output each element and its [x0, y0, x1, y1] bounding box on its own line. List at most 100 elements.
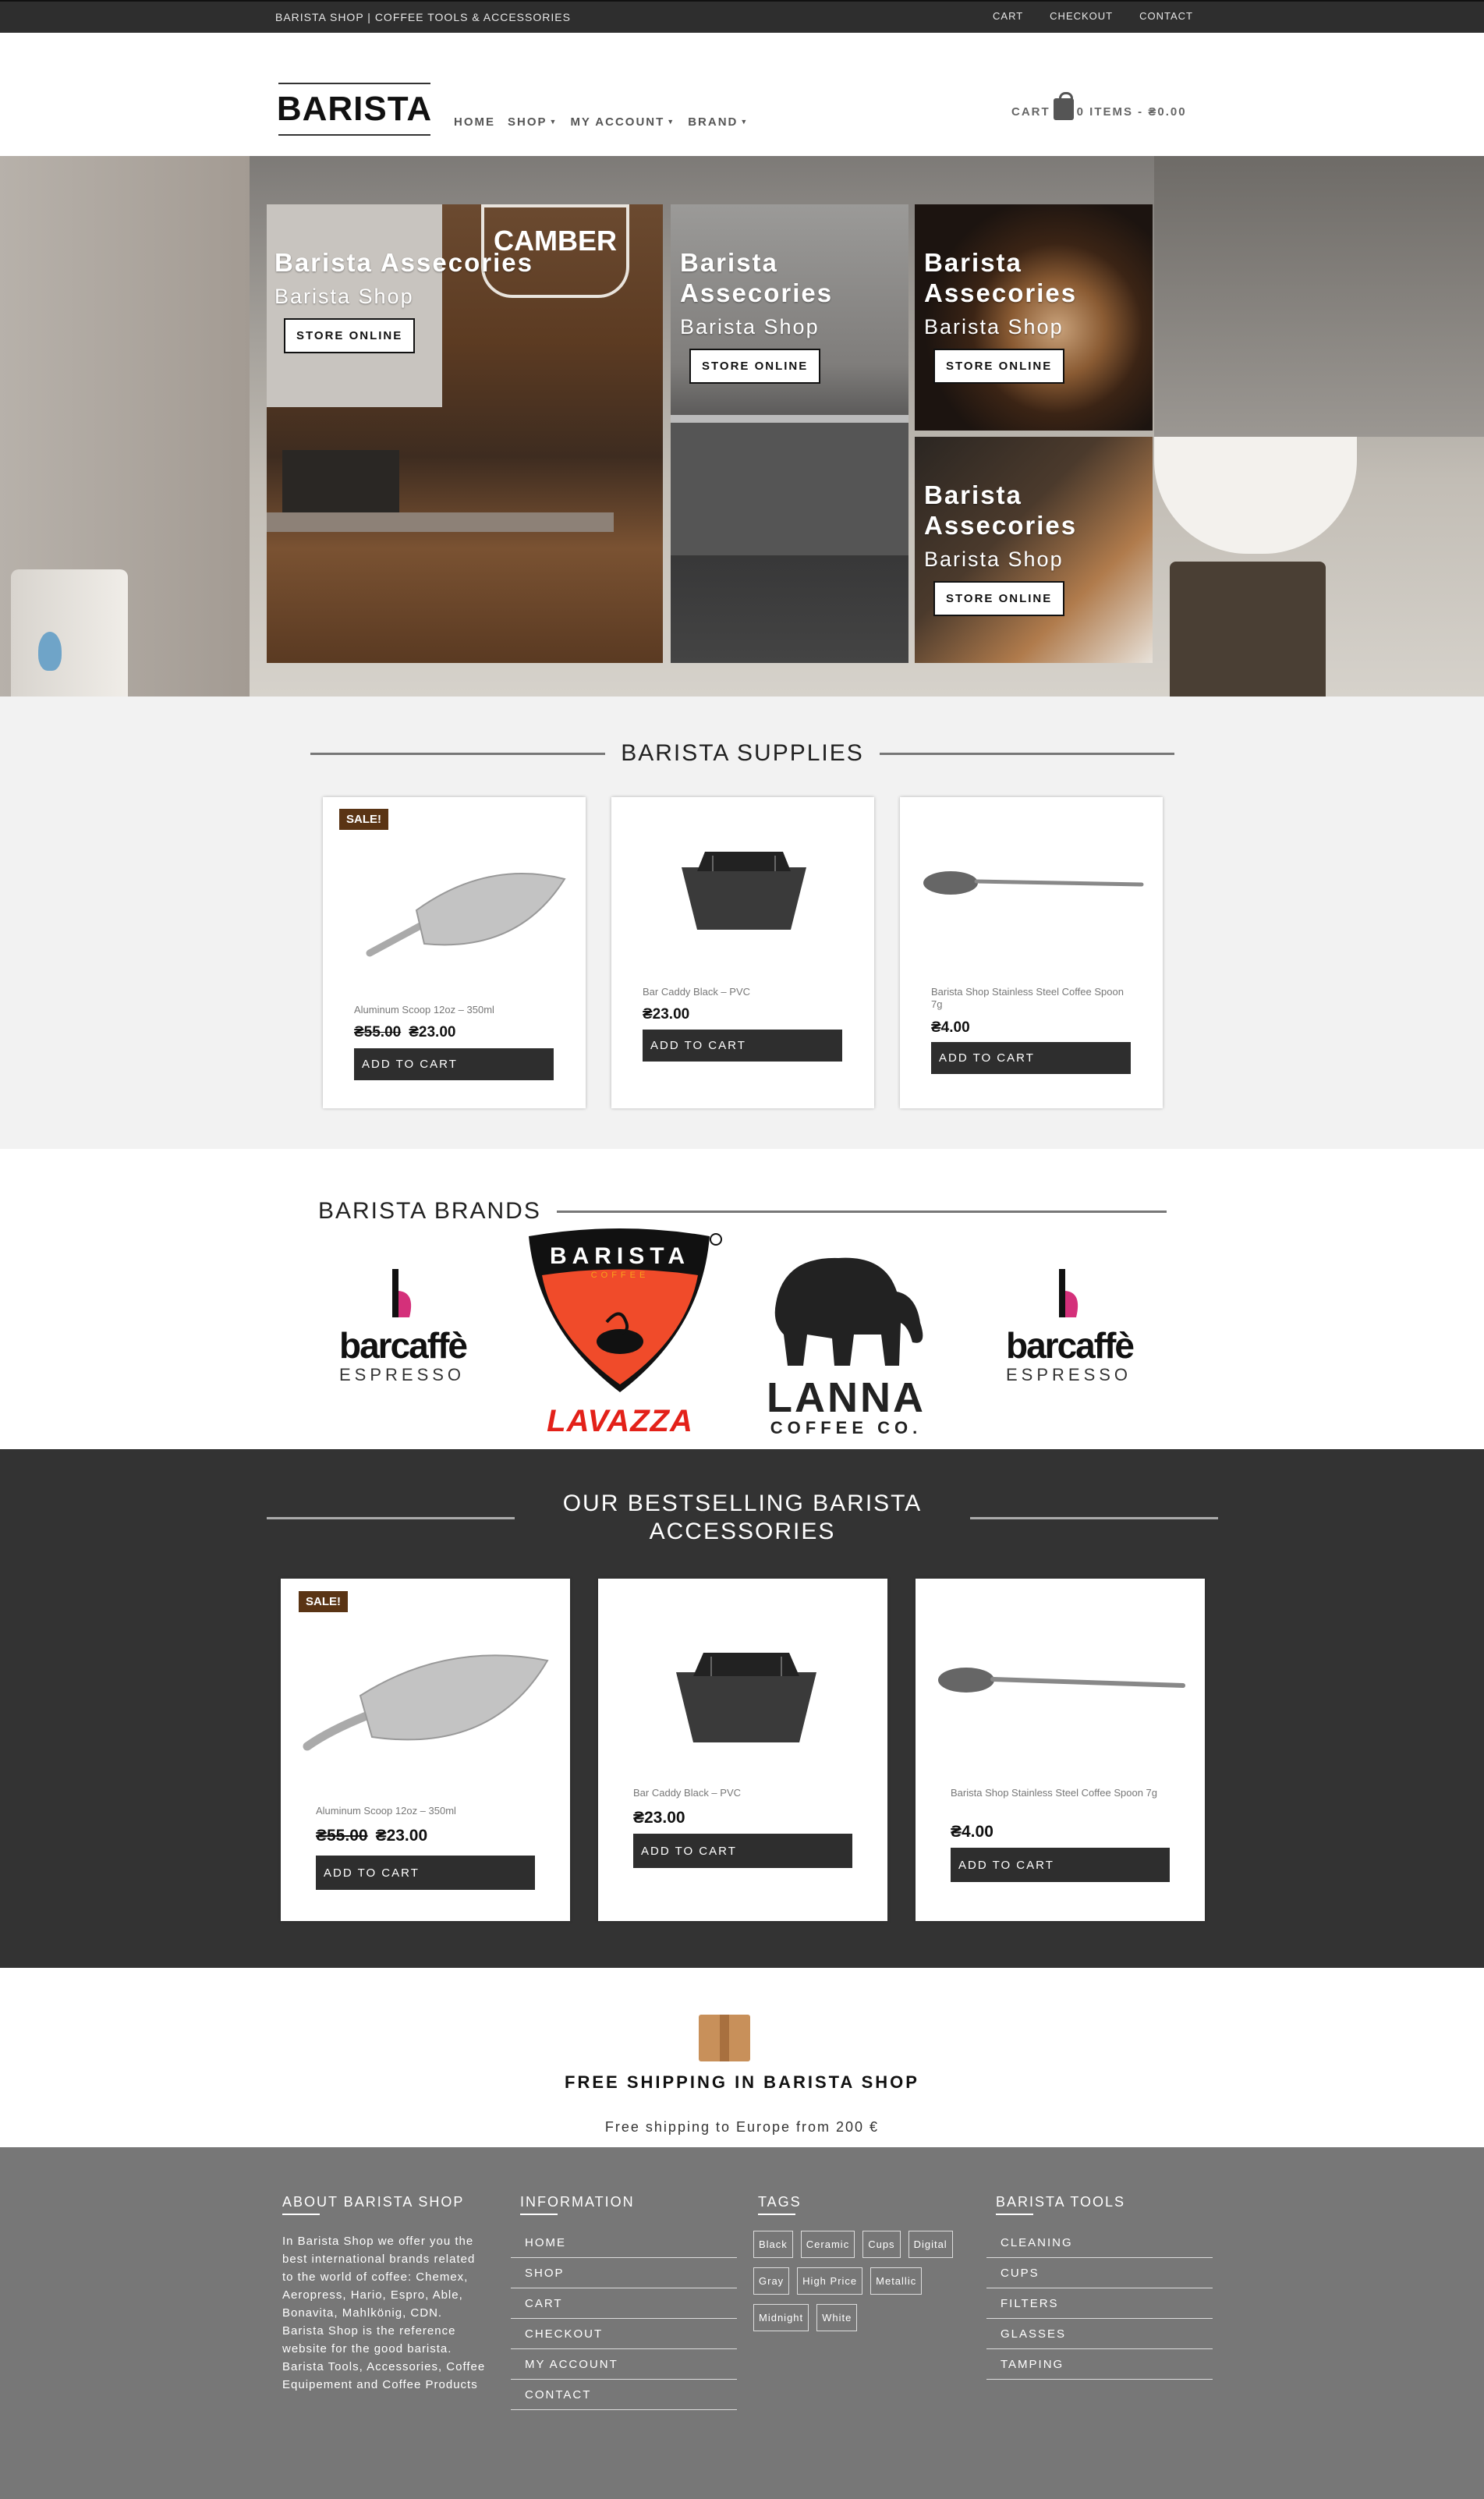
top-link-cart[interactable]: CART: [993, 10, 1023, 22]
cafe-counter-image: [267, 512, 614, 532]
nav-item-my-account[interactable]: MY ACCOUNT ▼: [570, 115, 675, 129]
brand-logo-barcaffe[interactable]: barcaffè ESPRESSO: [1006, 1267, 1135, 1423]
heading-rule: [879, 752, 1174, 755]
hero-tile-latte[interactable]: Barista Assecories Barista Shop STORE ON…: [915, 204, 1153, 431]
hero-tile-pour[interactable]: Barista Assecories Barista Shop STORE ON…: [915, 437, 1153, 663]
footer-heading: BARISTA TOOLS: [996, 2194, 1213, 2215]
store-online-button[interactable]: STORE ONLINE: [284, 318, 416, 353]
add-to-cart-button[interactable]: ADD TO CART: [354, 1048, 554, 1080]
add-to-cart-button[interactable]: ADD TO CART: [931, 1042, 1131, 1074]
old-price: ₴55.00: [354, 1024, 402, 1040]
product-price: ₴55.00 ₴23.00: [316, 1827, 427, 1845]
bar-caddy-image: [682, 852, 806, 930]
cart-label: CART: [1011, 105, 1050, 119]
old-price: ₴55.00: [316, 1827, 368, 1845]
nav-label: SHOP: [508, 115, 547, 129]
tile-overlay: Barista Assecories Barista Shop STORE ON…: [274, 247, 533, 353]
nav-label: HOME: [454, 115, 495, 129]
add-to-cart-button[interactable]: ADD TO CART: [643, 1030, 842, 1062]
add-to-cart-button[interactable]: ADD TO CART: [951, 1848, 1170, 1882]
top-bar-site-name: BARISTA SHOP | COFFEE TOOLS & ACCESSORIE…: [275, 11, 571, 23]
top-link-checkout[interactable]: CHECKOUT: [1050, 10, 1113, 22]
footer-link-home[interactable]: HOME: [511, 2228, 737, 2258]
nav-label: MY ACCOUNT: [570, 115, 665, 129]
hero-tile-bar[interactable]: Barista Assecories Barista Shop STORE ON…: [671, 204, 908, 663]
tile-subtitle: Barista Shop: [924, 315, 1064, 339]
barcaffe-b-mark-icon: [392, 1269, 412, 1317]
hero-dripper-image: [1154, 437, 1357, 554]
brand-name: LANNA: [767, 1374, 926, 1421]
tag-black[interactable]: Black: [753, 2231, 793, 2258]
tag-midnight[interactable]: Midnight: [753, 2304, 809, 2331]
lavazza-wordmark: LAVAZZA: [547, 1404, 693, 1438]
footer-link-cleaning[interactable]: CLEANING: [986, 2228, 1213, 2258]
product-card[interactable]: Barista Shop Stainless Steel Coffee Spoo…: [916, 1579, 1205, 1921]
tile-bar-machine-image: [671, 415, 908, 555]
caret-down-icon: ▼: [667, 118, 676, 126]
nav-item-home[interactable]: HOME: [454, 115, 495, 129]
footer-link-checkout[interactable]: CHECKOUT: [511, 2319, 737, 2349]
lavazza-barista-shield-icon: BARISTA COFFEE LAVAZZA: [529, 1228, 722, 1438]
store-online-button[interactable]: STORE ONLINE: [933, 581, 1065, 616]
product-name[interactable]: Barista Shop Stainless Steel Coffee Spoo…: [931, 986, 1134, 1011]
sale-badge: SALE!: [339, 809, 388, 830]
product-card[interactable]: Bar Caddy Black – PVC ₴23.00 ADD TO CART: [611, 797, 874, 1108]
product-name[interactable]: Aluminum Scoop 12oz – 350ml: [316, 1805, 542, 1817]
tag-white[interactable]: White: [816, 2304, 858, 2331]
tag-gray[interactable]: Gray: [753, 2267, 790, 2295]
shipping-text: Free shipping to Europe from 200 €: [604, 2119, 880, 2135]
product-name[interactable]: Bar Caddy Black – PVC: [633, 1787, 859, 1799]
footer-link-tamping[interactable]: TAMPING: [986, 2349, 1213, 2380]
coffee-spoon-image: [923, 871, 1144, 895]
header-cart[interactable]: CART 0 ITEMS - ₴0.00: [1011, 92, 1187, 120]
tag-high-price[interactable]: High Price: [797, 2267, 863, 2295]
tag-cups[interactable]: Cups: [862, 2231, 901, 2258]
heading-rule: [310, 752, 606, 755]
shipping-box-icon: [699, 2015, 750, 2061]
top-link-contact[interactable]: CONTACT: [1139, 10, 1193, 22]
brand-logo-barcaffe[interactable]: barcaffè ESPRESSO: [339, 1267, 468, 1423]
footer-about: ABOUT BARISTA SHOP In Barista Shop we of…: [282, 2194, 487, 2394]
footer-heading: TAGS: [758, 2194, 964, 2215]
footer-link-shop[interactable]: SHOP: [511, 2258, 737, 2288]
caret-down-icon: ▼: [740, 118, 749, 126]
footer-link-filters[interactable]: FILTERS: [986, 2288, 1213, 2319]
hero-tile-cafe[interactable]: CAMBER Barista Assecories Barista Shop S…: [267, 204, 663, 663]
heading-rule: [970, 1516, 1218, 1519]
tile-subtitle: Barista Shop: [924, 548, 1064, 571]
brand-name: barcaffè: [339, 1325, 468, 1366]
nav-label: BRAND: [688, 115, 738, 129]
footer-link-glasses[interactable]: GLASSES: [986, 2319, 1213, 2349]
product-name[interactable]: Barista Shop Stainless Steel Coffee Spoo…: [951, 1787, 1177, 1799]
product-name[interactable]: Bar Caddy Black – PVC: [643, 986, 845, 998]
hero-jug-image: [1170, 562, 1326, 697]
product-card[interactable]: SALE! Aluminum Scoop 12oz – 350ml ₴55.00…: [281, 1579, 570, 1921]
hero-background-right: [1154, 156, 1484, 437]
footer-link-my-account[interactable]: MY ACCOUNT: [511, 2349, 737, 2380]
tag-cloud: Black Ceramic Cups Digital Gray High Pri…: [753, 2231, 964, 2331]
caret-down-icon: ▼: [549, 118, 558, 126]
tile-title: Barista Assecories: [274, 248, 533, 277]
product-card[interactable]: Bar Caddy Black – PVC ₴23.00 ADD TO CART: [598, 1579, 887, 1921]
product-card[interactable]: Barista Shop Stainless Steel Coffee Spoo…: [900, 797, 1163, 1108]
add-to-cart-button[interactable]: ADD TO CART: [633, 1834, 852, 1868]
nav-item-shop[interactable]: SHOP ▼: [508, 115, 558, 129]
footer-link-cart[interactable]: CART: [511, 2288, 737, 2319]
shield-subtitle: COFFEE: [591, 1271, 650, 1280]
brand-logo-lanna[interactable]: LANNA COFFEE CO.: [760, 1249, 932, 1437]
site-logo[interactable]: BARISTA: [277, 83, 431, 136]
footer-information: INFORMATION HOME SHOP CART CHECKOUT MY A…: [511, 2194, 737, 2410]
brand-logo-lavazza[interactable]: BARISTA COFFEE LAVAZZA: [522, 1228, 725, 1439]
store-online-button[interactable]: STORE ONLINE: [933, 349, 1065, 384]
tag-digital[interactable]: Digital: [908, 2231, 953, 2258]
tag-ceramic[interactable]: Ceramic: [800, 2231, 855, 2258]
product-card[interactable]: SALE! Aluminum Scoop 12oz – 350ml ₴55.00…: [323, 797, 586, 1108]
nav-item-brand[interactable]: BRAND ▼: [688, 115, 749, 129]
footer-link-contact[interactable]: CONTACT: [511, 2380, 737, 2410]
store-online-button[interactable]: STORE ONLINE: [689, 349, 821, 384]
product-name[interactable]: Aluminum Scoop 12oz – 350ml: [354, 1004, 557, 1016]
footer-link-cups[interactable]: CUPS: [986, 2258, 1213, 2288]
barista-brands-section: BARISTA BRANDS barcaffè ESPRESSO BARISTA…: [0, 1149, 1484, 1449]
add-to-cart-button[interactable]: ADD TO CART: [316, 1856, 535, 1890]
tag-metallic[interactable]: Metallic: [870, 2267, 923, 2295]
